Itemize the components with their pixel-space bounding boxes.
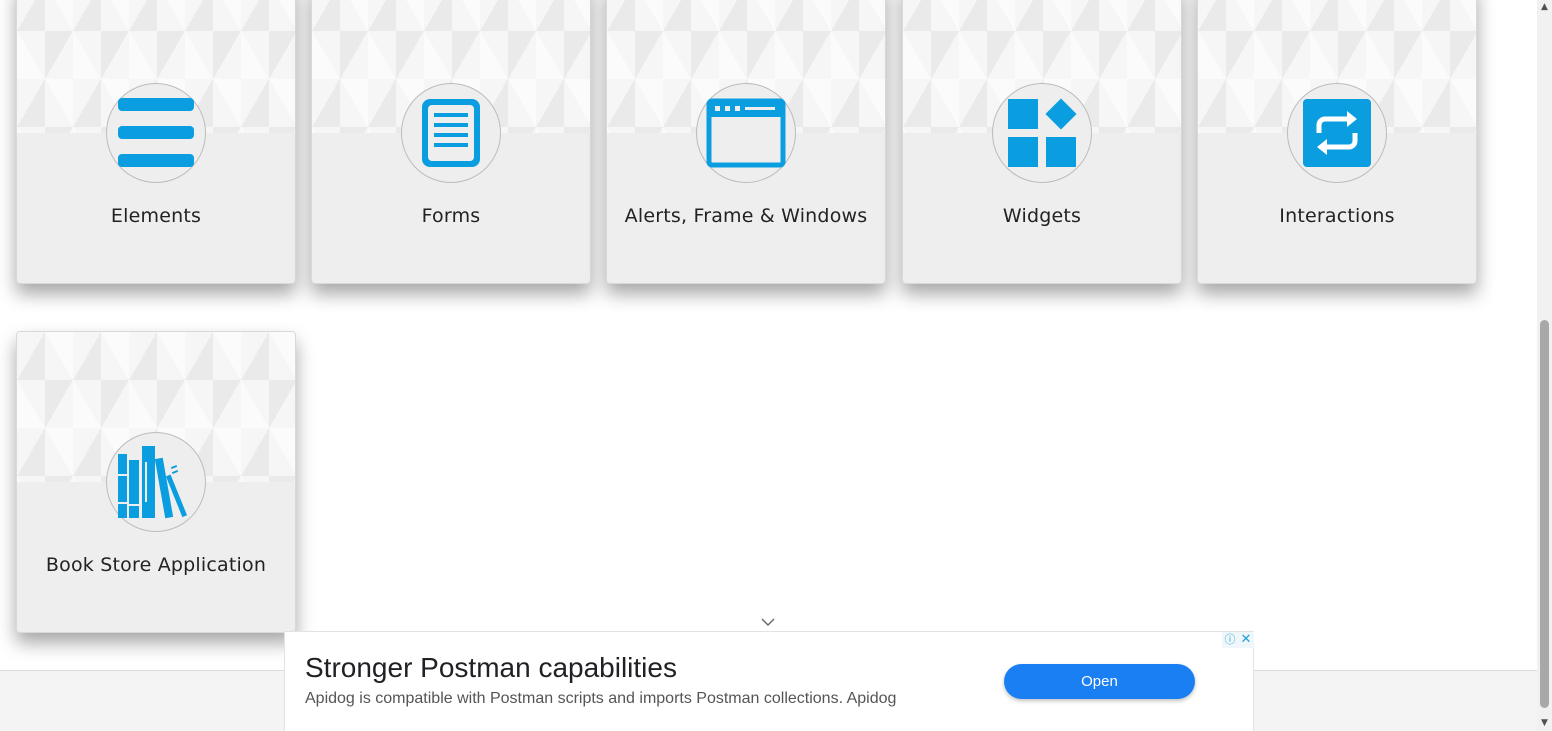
card-title: Book Store Application [45, 554, 267, 576]
scroll-down-arrow-icon[interactable]: ▼ [1537, 716, 1552, 731]
card-title: Widgets [1002, 205, 1082, 227]
card-avatar [696, 83, 796, 183]
card-title: Alerts, Frame & Windows [624, 205, 868, 227]
card-forms[interactable]: Forms [311, 0, 591, 284]
page: Elements Forms Alerts, Frame & Windows W… [0, 0, 1552, 731]
card-avatar [992, 83, 1092, 183]
ad-close-icon[interactable]: ✕ [1238, 632, 1254, 648]
books-icon [118, 446, 188, 519]
chevron-down-icon [761, 618, 775, 626]
swap-arrows-icon [1303, 99, 1371, 167]
card-avatar [106, 83, 206, 183]
widgets-icon [1008, 98, 1077, 167]
card-widgets[interactable]: Widgets [902, 0, 1182, 284]
ad-banner[interactable]: Stronger Postman capabilities Apidog is … [284, 631, 1254, 731]
card-avatar [401, 83, 501, 183]
document-icon [422, 99, 480, 167]
card-alerts-frame-windows[interactable]: Alerts, Frame & Windows [606, 0, 886, 284]
card-interactions[interactable]: Interactions [1197, 0, 1477, 284]
ad-collapse-button[interactable] [757, 614, 779, 630]
ad-open-button[interactable]: Open [1004, 664, 1195, 699]
card-book-store-application[interactable]: Book Store Application [16, 331, 296, 633]
ad-description[interactable]: Apidog is compatible with Postman script… [305, 690, 896, 708]
card-avatar [106, 432, 206, 532]
ad-headline[interactable]: Stronger Postman capabilities [305, 652, 677, 684]
card-elements[interactable]: Elements [16, 0, 296, 284]
card-title: Elements [110, 205, 202, 227]
scroll-up-arrow-icon[interactable]: ▲ [1537, 0, 1552, 15]
card-title: Interactions [1279, 205, 1395, 227]
card-avatar [1287, 83, 1387, 183]
ad-info-icon[interactable]: ⓘ [1222, 632, 1238, 648]
list-icon [118, 98, 194, 167]
vertical-scrollbar[interactable]: ▲ ▼ [1537, 0, 1552, 731]
scroll-thumb[interactable] [1540, 320, 1549, 708]
card-title: Forms [421, 205, 481, 227]
browser-window-icon [706, 98, 786, 168]
